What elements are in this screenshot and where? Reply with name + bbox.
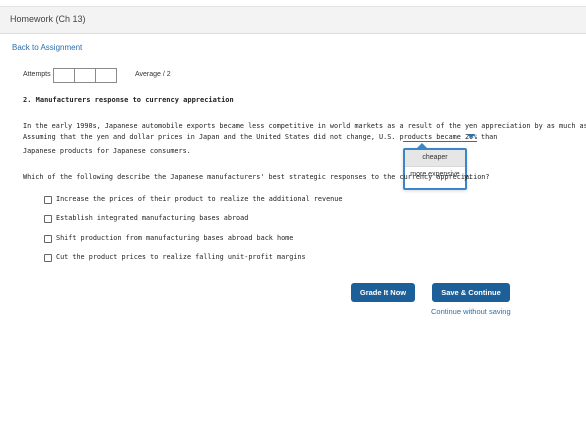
dropdown-menu: cheaper more expensive: [403, 143, 467, 190]
attempt-box-2: [74, 68, 96, 83]
dropdown-option-cheaper[interactable]: cheaper: [405, 150, 465, 166]
header-bar: Homework (Ch 13): [0, 6, 586, 34]
save-and-continue-button[interactable]: Save & Continue: [432, 283, 510, 302]
attempt-box-3: [95, 68, 117, 83]
question-prompt-tail: y.: [464, 173, 473, 181]
choice-label-1: Increase the prices of their product to …: [56, 195, 343, 203]
attempt-boxes: [53, 68, 117, 83]
question-paragraph-line-3: Japanese products for Japanese consumers…: [23, 147, 191, 155]
attempt-box-1: [53, 68, 75, 83]
grade-it-now-button[interactable]: Grade It Now: [351, 283, 415, 302]
price-comparison-dropdown[interactable]: [403, 132, 477, 142]
question-prompt: Which of the following describe the Japa…: [23, 173, 490, 181]
question-paragraph-than: than: [481, 133, 498, 141]
question-title: 2. Manufacturers response to currency ap…: [23, 96, 234, 104]
continue-without-saving-link[interactable]: Continue without saving: [431, 307, 511, 316]
choice-label-3: Shift production from manufacturing base…: [56, 234, 294, 242]
page-title: Homework (Ch 13): [10, 14, 86, 24]
checkbox[interactable]: [44, 196, 52, 204]
checkbox[interactable]: [44, 235, 52, 243]
question-paragraph-line-1: In the early 1990s, Japanese automobile …: [23, 122, 586, 130]
chevron-down-icon: [467, 134, 475, 138]
choice-label-4: Cut the product prices to realize fallin…: [56, 253, 306, 261]
back-to-assignment-link[interactable]: Back to Assignment: [12, 43, 82, 52]
average-score: Average / 2: [135, 71, 171, 78]
checkbox[interactable]: [44, 254, 52, 262]
checkbox[interactable]: [44, 215, 52, 223]
choice-label-2: Establish integrated manufacturing bases…: [56, 214, 249, 222]
attempts-label: Attempts: [23, 71, 51, 78]
